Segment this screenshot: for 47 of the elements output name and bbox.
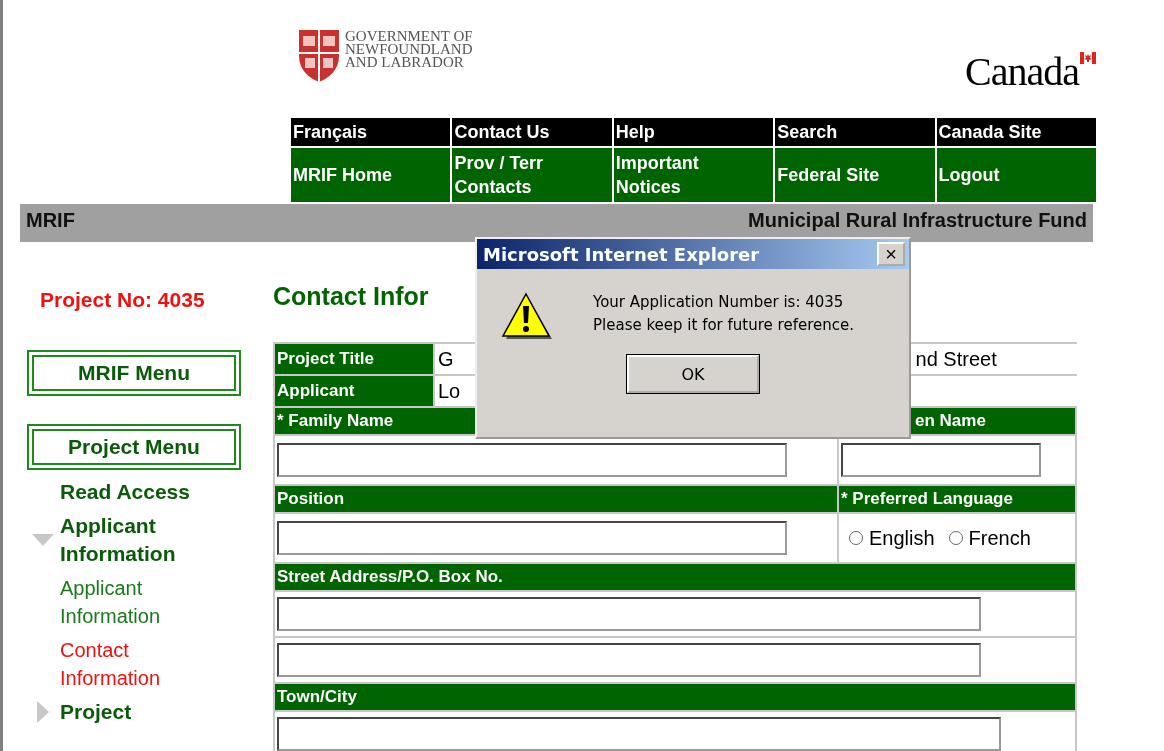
nav-link[interactable]: Important Notices [613, 148, 774, 202]
dialog-title: Microsoft Internet Explorer [483, 243, 760, 265]
warning-icon [499, 291, 553, 341]
page-title: Contact Infor [273, 282, 429, 310]
nav-link[interactable]: Search [775, 118, 935, 146]
field-label: Town/City [275, 684, 1075, 710]
field-label: Street Address/P.O. Box No. [275, 564, 1075, 590]
nav-link[interactable]: MRIF Home [291, 148, 451, 202]
input-field[interactable] [841, 443, 1041, 477]
menu-button[interactable]: MRIF Menu [27, 350, 241, 396]
sidebar-link[interactable]: Applicant Information [60, 574, 210, 630]
input-field[interactable] [277, 443, 787, 477]
nav-link[interactable]: Federal Site [775, 148, 935, 202]
canada-wordmark: Canada [965, 48, 1079, 95]
banner-left-text: MRIF [26, 209, 75, 232]
input-field[interactable] [277, 521, 787, 555]
nav-link[interactable]: Canada Site [936, 118, 1096, 146]
nav-link[interactable]: Contact Us [452, 118, 612, 146]
dialog-message: Please keep it for future reference. [593, 315, 854, 336]
radio-option[interactable]: French [948, 526, 1031, 550]
sidebar-section[interactable]: Project [60, 698, 210, 726]
banner-title: Municipal Rural Infrastructure Fund [748, 209, 1087, 232]
radio-option[interactable]: English [849, 526, 935, 550]
close-button[interactable]: × [877, 242, 905, 266]
sidebar-section[interactable]: Applicant Information [60, 512, 210, 568]
dialog-message: Your Application Number is: 4035 [593, 292, 845, 313]
field-label: Applicant [275, 376, 433, 406]
input-field[interactable] [277, 597, 981, 631]
coat-of-arms-icon [297, 28, 341, 84]
ok-button[interactable]: OK [627, 355, 759, 393]
nav-link[interactable]: Help [613, 118, 774, 146]
sidebar-link[interactable]: Contact Information [60, 636, 210, 692]
field-label: Project Title [275, 344, 433, 374]
government-logo-text: GOVERNMENT OF [345, 30, 473, 43]
government-logo-text: AND LABRADOR [345, 56, 465, 69]
field-label: * Preferred Language [839, 486, 1075, 512]
project-number: Project No: 4035 [40, 288, 206, 313]
nav-link[interactable]: Prov / Terr Contacts [452, 148, 612, 202]
menu-button[interactable]: Project Menu [27, 424, 241, 470]
sidebar-section[interactable]: Read Access [60, 478, 210, 506]
government-logo-text: NEWFOUNDLAND [345, 43, 473, 56]
field-label: Position [275, 486, 837, 512]
input-field[interactable] [277, 643, 981, 677]
input-field[interactable] [277, 717, 1001, 751]
flag-icon [1080, 52, 1096, 64]
nav-link[interactable]: Français [291, 118, 451, 146]
nav-link[interactable]: Logout [936, 148, 1096, 202]
